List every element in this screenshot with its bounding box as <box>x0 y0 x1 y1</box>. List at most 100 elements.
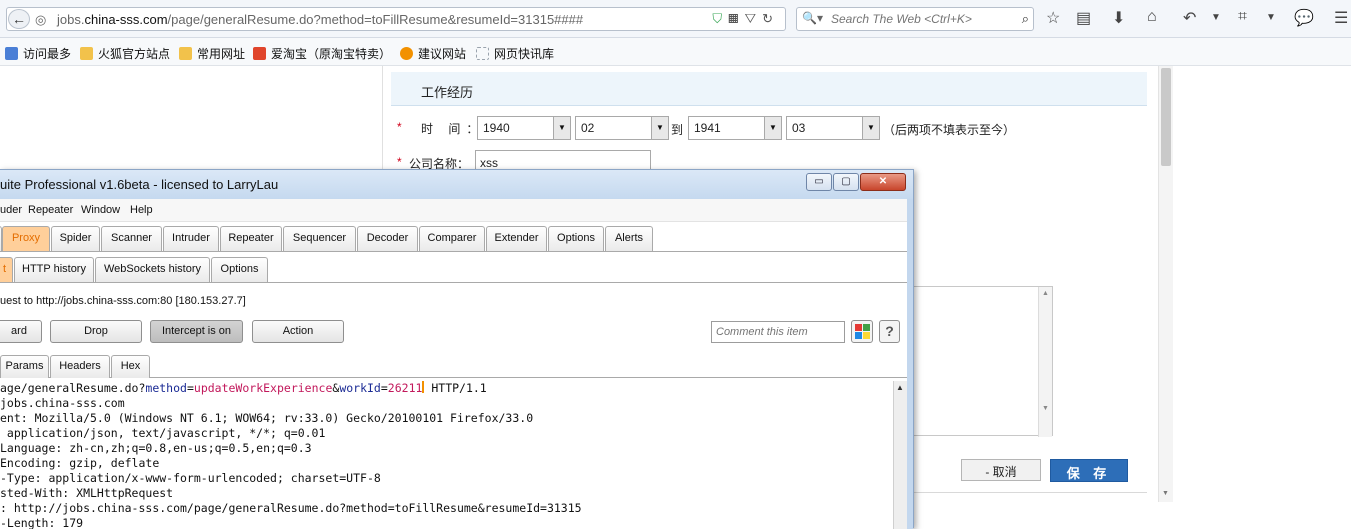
tab-sequencer[interactable]: Sequencer <box>283 226 356 251</box>
minimize-button[interactable]: ▭ <box>806 173 832 191</box>
tab-options[interactable]: Options <box>548 226 604 251</box>
from-month-select[interactable]: 02 ▼ <box>575 116 669 140</box>
param-value: 26211 <box>387 381 423 395</box>
time-label: 时 间： <box>421 122 485 136</box>
proxy-subtabs: t HTTP history WebSockets history Option… <box>0 256 907 283</box>
request-line: age/generalResume.do?method=updateWorkEx… <box>0 381 487 395</box>
maximize-icon: ▢ <box>841 176 851 187</box>
tab-spider[interactable]: Spider <box>51 226 100 251</box>
most-visited-icon <box>5 47 18 60</box>
from-year-select[interactable]: 1940 ▼ <box>477 116 571 140</box>
burp-suite-window: uite Professional v1.6beta - licensed to… <box>0 169 914 529</box>
tab-comparer[interactable]: Comparer <box>419 226 485 251</box>
tab-alerts[interactable]: Alerts <box>605 226 653 251</box>
request-editor[interactable]: age/generalResume.do?method=updateWorkEx… <box>0 381 893 529</box>
webslice-icon <box>476 47 489 60</box>
palette-icon <box>855 324 862 331</box>
tab-proxy[interactable]: Proxy <box>2 226 50 251</box>
scroll-up-icon[interactable]: ▲ <box>896 383 904 392</box>
subtab-intercept[interactable]: t <box>0 257 13 282</box>
home-icon[interactable]: ⌂ <box>1147 8 1157 26</box>
tab-intruder[interactable]: Intruder <box>163 226 219 251</box>
shield-icon[interactable]: ⛉ <box>712 11 728 26</box>
param-key: workId <box>339 381 381 395</box>
save-button[interactable]: 保 存 <box>1050 459 1128 482</box>
menu-intruder[interactable]: uder <box>0 204 22 216</box>
close-icon: ✕ <box>878 176 888 187</box>
qr-code-icon[interactable]: ▦ <box>728 11 744 26</box>
tab-scanner[interactable]: Scanner <box>101 226 162 251</box>
back-button[interactable]: ← <box>8 9 30 29</box>
minimize-icon: ▭ <box>814 176 824 187</box>
intercept-toggle-button[interactable]: Intercept is on <box>150 320 243 343</box>
url-bar[interactable]: ← ◎ jobs.china-sss.com/page/generalResum… <box>6 7 786 31</box>
textarea-scrollbar[interactable]: ▲ ▼ <box>1038 287 1052 437</box>
lightbulb-icon <box>400 47 413 60</box>
menu-window[interactable]: Window <box>81 204 120 216</box>
chevron-down-icon[interactable]: ▼ <box>1211 12 1221 23</box>
url-domain: china-sss.com <box>84 12 168 27</box>
highlight-color-button[interactable] <box>851 320 873 343</box>
drop-button[interactable]: Drop <box>50 320 142 343</box>
page-scrollbar[interactable]: ▼ <box>1158 66 1173 502</box>
bookmark-firefox-official[interactable]: 火狐官方站点 <box>80 45 170 62</box>
bookmark-suggested-sites[interactable]: 建议网站 <box>400 45 466 62</box>
scroll-down-icon[interactable]: ▼ <box>1162 490 1169 497</box>
burp-menubar: uder Repeater Window Help <box>0 199 907 222</box>
reload-icon[interactable]: ↻ <box>762 11 779 26</box>
bookmark-most-visited[interactable]: 访问最多 <box>5 45 71 62</box>
subtab-options[interactable]: Options <box>211 257 268 282</box>
burp-titlebar[interactable]: uite Professional v1.6beta - licensed to… <box>0 170 913 199</box>
close-button[interactable]: ✕ <box>860 173 906 191</box>
downloads-icon[interactable]: ⬇ <box>1112 8 1125 28</box>
header-line: -Type: application/x-www-form-urlencoded… <box>0 471 381 485</box>
maximize-button[interactable]: ▢ <box>833 173 859 191</box>
bookmark-aitaobao[interactable]: 爱淘宝（原淘宝特卖） <box>253 45 391 62</box>
subtab-websockets-history[interactable]: WebSockets history <box>95 257 210 282</box>
subtab-http-history[interactable]: HTTP history <box>14 257 94 282</box>
bookmark-common-sites[interactable]: 常用网址 <box>179 45 245 62</box>
burp-body: uder Repeater Window Help t Proxy Spider… <box>0 199 907 529</box>
view-tab-headers[interactable]: Headers <box>50 355 110 378</box>
undo-icon[interactable]: ↶ <box>1183 8 1196 28</box>
menu-repeater[interactable]: Repeater <box>28 204 73 216</box>
header-line: Encoding: gzip, deflate <box>0 456 160 470</box>
bookmark-star-icon[interactable]: ☆ <box>1046 8 1060 28</box>
menu-help[interactable]: Help <box>130 204 153 216</box>
search-input[interactable] <box>831 12 1011 26</box>
view-tab-hex[interactable]: Hex <box>111 355 150 378</box>
tab-extender[interactable]: Extender <box>486 226 547 251</box>
search-bar[interactable]: 🔍▾ ⌕ <box>796 7 1034 31</box>
window-title: uite Professional v1.6beta - licensed to… <box>0 177 279 192</box>
url-text[interactable]: jobs.china-sss.com/page/generalResume.do… <box>57 12 583 27</box>
chevron-down-icon: ▼ <box>862 117 879 139</box>
scrollbar-thumb[interactable] <box>1161 68 1171 166</box>
header-line: sted-With: XMLHttpRequest <box>0 486 174 500</box>
dropdown-arrow-icon[interactable]: ▽ <box>744 11 762 26</box>
to-year-select[interactable]: 1941 ▼ <box>688 116 782 140</box>
folder-icon <box>80 47 93 60</box>
editor-scrollbar[interactable]: ▲ <box>893 381 907 529</box>
tab-repeater[interactable]: Repeater <box>220 226 282 251</box>
bookmark-web-slices[interactable]: 网页快讯库 <box>476 45 554 62</box>
forward-button[interactable]: ard <box>0 320 42 343</box>
cancel-button[interactable]: - 取消 <box>961 459 1041 481</box>
crop-icon[interactable]: ⌗ <box>1238 8 1247 26</box>
reading-list-icon[interactable]: ▤ <box>1076 8 1091 28</box>
chat-icon[interactable]: 💬 <box>1294 8 1314 28</box>
date-hint: （后两项不填表示至今） <box>883 123 1016 137</box>
tab-decoder[interactable]: Decoder <box>357 226 418 251</box>
description-textarea[interactable]: ▲ ▼ <box>907 286 1053 437</box>
menu-icon[interactable]: ☰ <box>1334 8 1348 28</box>
folder-icon <box>179 47 192 60</box>
to-label: 到 <box>671 123 684 137</box>
comment-input[interactable] <box>711 321 845 343</box>
search-engine-icon[interactable]: 🔍▾ <box>802 11 823 25</box>
help-button[interactable]: ? <box>879 320 900 343</box>
chevron-down-icon[interactable]: ▼ <box>1266 12 1276 23</box>
view-tab-params[interactable]: Params <box>0 355 49 378</box>
to-month-select[interactable]: 03 ▼ <box>786 116 880 140</box>
message-view-tabs: Params Headers Hex <box>0 354 907 378</box>
action-button[interactable]: Action <box>252 320 344 343</box>
search-go-icon[interactable]: ⌕ <box>1022 11 1029 27</box>
